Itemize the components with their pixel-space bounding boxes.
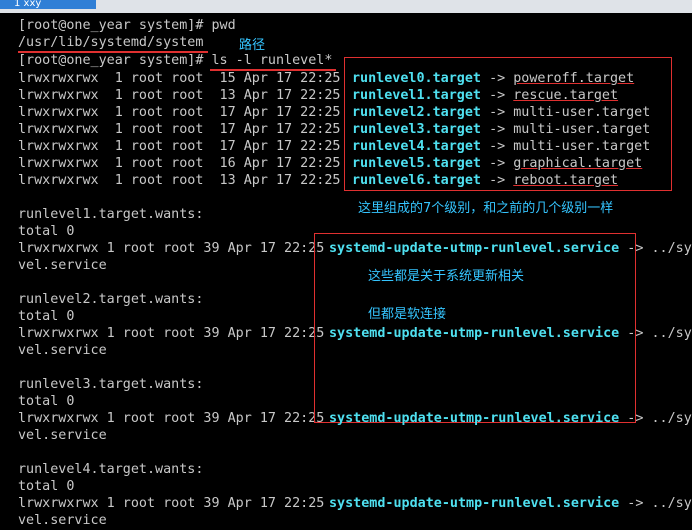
service-name: systemd-update-utmp-runlevel.service	[329, 411, 620, 426]
target-row: runlevel2.target -> multi-user.target	[352, 104, 650, 121]
target-name: runlevel4.target	[352, 139, 481, 154]
target-name: runlevel2.target	[352, 105, 481, 120]
terminal-line: lrwxrwxrwx 1 root root 39 Apr 17 22:25	[18, 326, 325, 341]
terminal-line: /usr/lib/systemd/system	[18, 35, 204, 50]
terminal-line: runlevel2.target.wants:	[18, 292, 204, 307]
terminal-line: runlevel1.target.wants:	[18, 207, 204, 222]
service-dest: ../sys	[651, 411, 692, 426]
service-dest: ../sys	[651, 326, 692, 341]
service-name: systemd-update-utmp-runlevel.service	[329, 496, 620, 511]
annotation-path: 路径	[239, 38, 266, 53]
terminal-line: vel.service	[18, 513, 107, 528]
arrow: ->	[489, 105, 506, 120]
terminal-line: lrwxrwxrwx 1 root root 17 Apr 17 22:25	[18, 139, 341, 154]
target-dest: poweroff.target	[513, 71, 635, 86]
annotation-update: 这些都是关于系统更新相关	[368, 269, 525, 284]
target-name: runlevel0.target	[352, 71, 481, 86]
arrow: ->	[627, 411, 644, 426]
target-name: runlevel5.target	[352, 156, 481, 171]
target-dest: multi-user.target	[513, 139, 651, 154]
terminal-line: lrwxrwxrwx 1 root root 39 Apr 17 22:25	[18, 411, 325, 426]
arrow: ->	[489, 139, 506, 154]
target-row: runlevel0.target -> poweroff.target	[352, 70, 634, 87]
target-dest: graphical.target	[513, 156, 643, 171]
terminal-line: lrwxrwxrwx 1 root root 16 Apr 17 22:25	[18, 156, 341, 171]
service-dest: ../sys	[651, 241, 692, 256]
terminal-line: vel.service	[18, 258, 107, 273]
session-tab[interactable]: 1 xxy	[0, 0, 96, 9]
target-name: runlevel6.target	[352, 173, 481, 188]
service-row: systemd-update-utmp-runlevel.service -> …	[329, 410, 692, 427]
arrow: ->	[489, 156, 506, 171]
title-bar: 1 xxy	[0, 0, 692, 14]
target-name: runlevel1.target	[352, 88, 481, 103]
terminal-line: runlevel3.target.wants:	[18, 377, 204, 392]
annotation-levels: 这里组成的7个级别，和之前的几个级别一样	[358, 201, 614, 216]
service-name: systemd-update-utmp-runlevel.service	[329, 326, 620, 341]
terminal-line: total 0	[18, 224, 75, 239]
target-row: runlevel3.target -> multi-user.target	[352, 121, 650, 138]
target-row: runlevel1.target -> rescue.target	[352, 87, 618, 104]
target-dest: rescue.target	[513, 88, 619, 103]
terminal-line: lrwxrwxrwx 1 root root 17 Apr 17 22:25	[18, 122, 341, 137]
target-row: runlevel6.target -> reboot.target	[352, 172, 618, 189]
terminal-line: [root@one_year system]# ls -l runlevel*	[18, 53, 333, 68]
arrow: ->	[489, 173, 506, 188]
terminal-line: [root@one_year system]# pwd	[18, 18, 236, 33]
terminal-line: lrwxrwxrwx 1 root root 39 Apr 17 22:25	[18, 496, 325, 511]
terminal-line: lrwxrwxrwx 1 root root 15 Apr 17 22:25	[18, 71, 341, 86]
target-dest: multi-user.target	[513, 105, 651, 120]
target-dest: reboot.target	[513, 173, 619, 188]
target-row: runlevel4.target -> multi-user.target	[352, 138, 650, 155]
arrow: ->	[489, 71, 506, 86]
terminal-line: total 0	[18, 394, 75, 409]
arrow: ->	[627, 496, 644, 511]
service-row: systemd-update-utmp-runlevel.service -> …	[329, 240, 692, 257]
service-name: systemd-update-utmp-runlevel.service	[329, 241, 620, 256]
terminal-line: vel.service	[18, 428, 107, 443]
target-name: runlevel3.target	[352, 122, 481, 137]
arrow: ->	[489, 122, 506, 137]
terminal-line: total 0	[18, 309, 75, 324]
arrow: ->	[627, 326, 644, 341]
terminal-line: lrwxrwxrwx 1 root root 17 Apr 17 22:25	[18, 105, 341, 120]
service-row: systemd-update-utmp-runlevel.service -> …	[329, 325, 692, 342]
terminal[interactable]: [root@one_year system]# pwd /usr/lib/sys…	[0, 13, 692, 530]
target-dest: multi-user.target	[513, 122, 651, 137]
annotation-softlink: 但都是软连接	[368, 307, 447, 322]
terminal-line: lrwxrwxrwx 1 root root 13 Apr 17 22:25	[18, 173, 341, 188]
arrow: ->	[489, 88, 506, 103]
arrow: ->	[627, 241, 644, 256]
target-row: runlevel5.target -> graphical.target	[352, 155, 642, 172]
terminal-line: lrwxrwxrwx 1 root root 13 Apr 17 22:25	[18, 88, 341, 103]
terminal-line: lrwxrwxrwx 1 root root 39 Apr 17 22:25	[18, 241, 325, 256]
service-dest: ../sys	[651, 496, 692, 511]
terminal-line: runlevel4.target.wants:	[18, 462, 204, 477]
terminal-line: vel.service	[18, 343, 107, 358]
service-row: systemd-update-utmp-runlevel.service -> …	[329, 495, 692, 512]
terminal-line: total 0	[18, 479, 75, 494]
